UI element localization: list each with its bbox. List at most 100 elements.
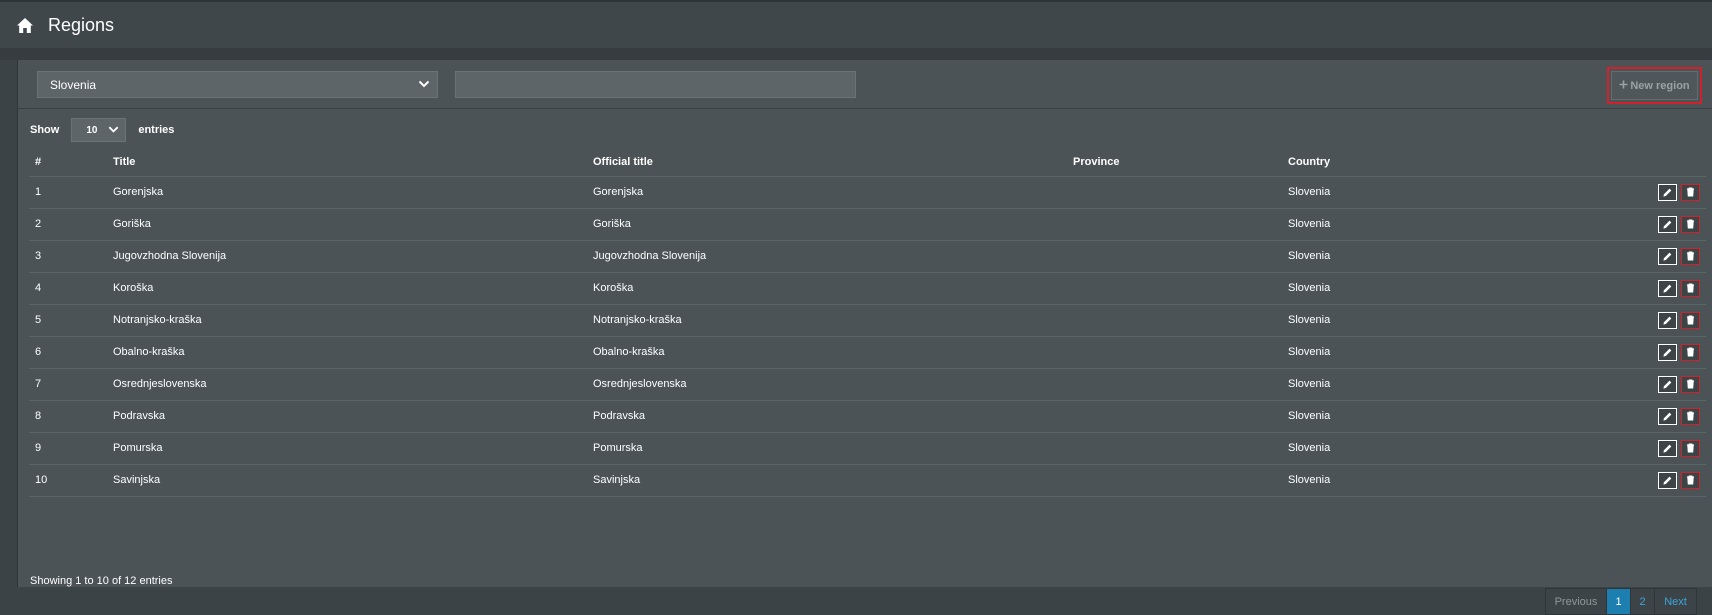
cell-actions [1582,304,1706,337]
pagination-previous[interactable]: Previous [1546,589,1607,614]
trash-icon[interactable] [1681,183,1700,201]
cell-actions [1582,368,1706,401]
trash-icon[interactable] [1681,311,1700,329]
chevron-down-icon [107,123,120,139]
table-row: 10 Savinjska Savinjska Slovenia [29,464,1706,497]
cell-official-title: Gorenjska [587,176,1067,209]
column-header-country[interactable]: Country [1282,148,1582,177]
trash-icon[interactable] [1681,471,1700,489]
cell-actions [1582,432,1706,465]
cell-province [1067,368,1282,401]
cell-country: Slovenia [1282,432,1582,465]
edit-icon[interactable] [1658,247,1677,265]
cell-country: Slovenia [1282,208,1582,241]
cell-province [1067,272,1282,305]
cell-country: Slovenia [1282,304,1582,337]
cell-official-title: Osrednjeslovenska [587,368,1067,401]
cell-official-title: Obalno-kraška [587,336,1067,369]
entries-select-value: 10 [86,124,98,136]
edit-icon[interactable] [1658,471,1677,489]
show-label: Show [30,124,60,136]
cell-number: 2 [29,208,107,241]
edit-icon[interactable] [1658,343,1677,361]
page-title: Regions [48,14,115,35]
cell-province [1067,432,1282,465]
new-region-label: New region [1630,79,1690,92]
cell-actions [1582,240,1706,273]
top-bar: Regions [0,0,1712,48]
cell-title: Savinjska [107,464,587,497]
cell-number: 1 [29,176,107,209]
cell-official-title: Pomurska [587,432,1067,465]
trash-icon[interactable] [1681,375,1700,393]
regions-table: # Title Official title Province Country … [29,148,1706,497]
cell-title: Gorenjska [107,176,587,209]
cell-official-title: Savinjska [587,464,1067,497]
new-region-highlight: New region [1607,67,1702,104]
trash-icon[interactable] [1681,247,1700,265]
edit-icon[interactable] [1658,311,1677,329]
cell-actions [1582,464,1706,497]
search-input[interactable] [455,71,856,98]
table-row: 5 Notranjsko-kraška Notranjsko-kraška Slove… [29,304,1706,337]
entries-label: entries [138,124,175,136]
pagination: Previous 1 2 Next [1545,588,1697,615]
pagination-page-1[interactable]: 1 [1607,589,1631,614]
edit-icon[interactable] [1658,407,1677,425]
cell-province [1067,176,1282,209]
home-icon[interactable] [16,15,36,35]
cell-country: Slovenia [1282,176,1582,209]
trash-icon[interactable] [1681,215,1700,233]
cell-official-title: Jugovzhodna Slovenija [587,240,1067,273]
trash-icon[interactable] [1681,343,1700,361]
page-length: Show 10 entries [30,118,174,142]
cell-number: 3 [29,240,107,273]
pagination-next[interactable]: Next [1655,589,1696,614]
country-select[interactable]: Slovenia [37,71,438,98]
table-row: 1 Gorenjska Gorenjska Slovenia [29,176,1706,209]
cell-province [1067,400,1282,433]
column-header-actions [1582,148,1706,177]
entries-select[interactable]: 10 [71,118,127,142]
cell-title: Osrednjeslovenska [107,368,587,401]
table-row: 7 Osrednjeslovenska Osrednjeslovenska Slove… [29,368,1706,401]
trash-icon[interactable] [1681,407,1700,425]
table-info: Showing 1 to 10 of 12 entries [30,575,173,587]
table-header-row: # Title Official title Province Country [29,148,1706,177]
table-row: 2 Goriška Goriška Slovenia [29,208,1706,241]
edit-icon[interactable] [1658,375,1677,393]
cell-official-title: Podravska [587,400,1067,433]
table-row: 3 Jugovzhodna Slovenija Jugovzhodna Sloven… [29,240,1706,273]
trash-icon[interactable] [1681,279,1700,297]
column-header-official-title[interactable]: Official title [587,148,1067,177]
table-row: 8 Podravska Podravska Slovenia [29,400,1706,433]
cell-number: 7 [29,368,107,401]
trash-icon[interactable] [1681,439,1700,457]
plus-icon [1619,80,1628,92]
cell-number: 9 [29,432,107,465]
new-region-button[interactable]: New region [1611,71,1698,100]
cell-province [1067,304,1282,337]
cell-title: Pomurska [107,432,587,465]
column-header-number[interactable]: # [29,148,107,177]
toolbar: Slovenia New region [18,60,1712,109]
cell-actions [1582,272,1706,305]
cell-country: Slovenia [1282,400,1582,433]
cell-title: Obalno-kraška [107,336,587,369]
column-header-title[interactable]: Title [107,148,587,177]
table-row: 9 Pomurska Pomurska Slovenia [29,432,1706,465]
cell-province [1067,208,1282,241]
cell-number: 4 [29,272,107,305]
edit-icon[interactable] [1658,215,1677,233]
pagination-page-2[interactable]: 2 [1631,589,1655,614]
edit-icon[interactable] [1658,183,1677,201]
cell-official-title: Notranjsko-kraška [587,304,1067,337]
cell-country: Slovenia [1282,336,1582,369]
edit-icon[interactable] [1658,439,1677,457]
cell-province [1067,240,1282,273]
table-row: 6 Obalno-kraška Obalno-kraška Slovenia [29,336,1706,369]
cell-official-title: Goriška [587,208,1067,241]
edit-icon[interactable] [1658,279,1677,297]
column-header-province[interactable]: Province [1067,148,1282,177]
cell-number: 6 [29,336,107,369]
